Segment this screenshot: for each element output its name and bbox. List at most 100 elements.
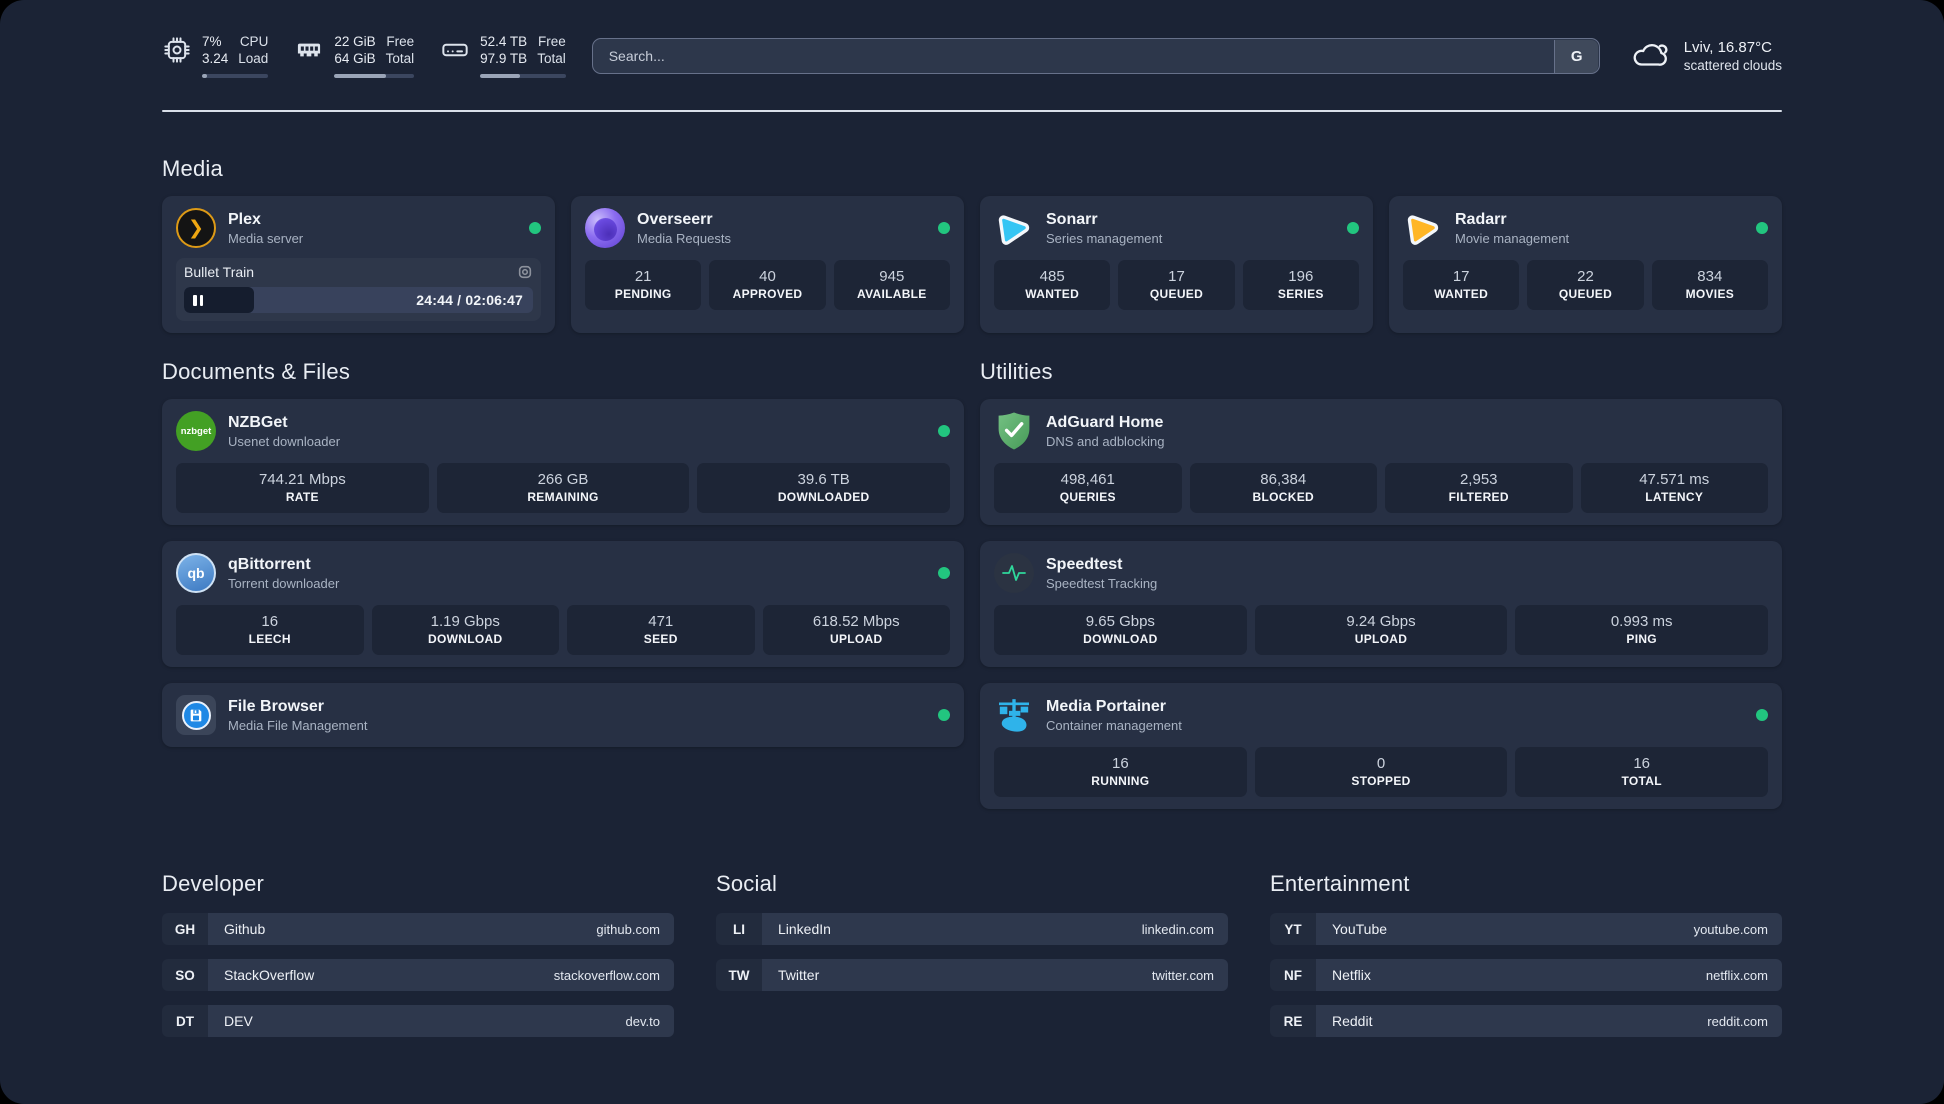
status-dot [938, 709, 950, 721]
cloud-icon [1630, 37, 1672, 76]
media-cards-row: ❯ Plex Media server Bullet Train 24:44 /… [162, 196, 1782, 333]
link-url: github.com [596, 921, 660, 937]
stat-approved: 40 APPROVED [709, 260, 826, 310]
documents-column: Documents & Files nzbget NZBGet Usenet d… [162, 359, 964, 809]
cpu-progress-bar [202, 74, 269, 78]
link-url: youtube.com [1693, 921, 1768, 937]
link-tag: LI [716, 913, 762, 945]
header-divider [162, 110, 1782, 112]
ram-total: 64 GiB [334, 51, 376, 66]
overseerr-icon [585, 208, 625, 248]
card-qbittorrent[interactable]: qb qBittorrent Torrent downloader 16 LEE… [162, 541, 964, 667]
card-subtitle: DNS and adblocking [1046, 433, 1165, 449]
card-subtitle: Usenet downloader [228, 433, 341, 449]
card-subtitle: Container management [1046, 717, 1182, 733]
stat-upload: 9.24 Gbps UPLOAD [1254, 605, 1508, 655]
stat-download: 1.19 Gbps DOWNLOAD [371, 605, 559, 655]
player-options-icon[interactable] [517, 264, 533, 280]
card-title: NZBGet [228, 413, 288, 431]
link-tag: YT [1270, 913, 1316, 945]
stat-series: 196 SERIES [1242, 260, 1359, 310]
stat-seed: 471 SEED [567, 605, 755, 655]
plex-now-playing: Bullet Train 24:44 / 02:06:47 [176, 258, 541, 321]
cpu-icon [162, 35, 192, 65]
card-overseerr[interactable]: Overseerr Media Requests 21 PENDING 40 A… [571, 196, 964, 333]
card-radarr[interactable]: Radarr Movie management 17 WANTED 22 QUE… [1389, 196, 1782, 333]
card-title: File Browser [228, 697, 325, 715]
link-name: Twitter [778, 967, 820, 983]
link-stackoverflow[interactable]: SO StackOverflow stackoverflow.com [162, 959, 674, 991]
link-tag: TW [716, 959, 762, 991]
card-title: Media Portainer [1046, 697, 1167, 715]
cpu-load: 3.24 [202, 51, 229, 66]
stat-latency: 47.571 ms LATENCY [1580, 463, 1768, 513]
status-dot [938, 222, 950, 234]
link-netflix[interactable]: NF Netflix netflix.com [1270, 959, 1782, 991]
card-subtitle: Media Requests [637, 230, 731, 246]
link-url: stackoverflow.com [553, 967, 660, 983]
card-sonarr[interactable]: Sonarr Series management 485 WANTED 17 Q… [980, 196, 1373, 333]
stat-wanted: 17 WANTED [1403, 260, 1520, 310]
search-input[interactable] [591, 38, 1600, 74]
stat-queries: 498,461 QUERIES [994, 463, 1182, 513]
stat-ping: 0.993 ms PING [1515, 605, 1769, 655]
search-bar: G [591, 38, 1600, 74]
developer-links: Developer GH Github github.com SO StackO… [162, 871, 674, 1051]
pause-button[interactable] [184, 287, 254, 313]
section-title-social: Social [716, 871, 778, 896]
stat-blocked: 86,384 BLOCKED [1189, 463, 1377, 513]
card-speedtest[interactable]: Speedtest Speedtest Tracking 9.65 Gbps D… [980, 541, 1782, 667]
status-dot [529, 222, 541, 234]
stat-stopped: 0 STOPPED [1254, 747, 1508, 797]
link-tag: NF [1270, 959, 1316, 991]
cpu-stat: 7% 3.24 CPU Load [162, 34, 269, 78]
card-title: AdGuard Home [1046, 413, 1164, 431]
link-name: Github [224, 921, 266, 937]
link-reddit[interactable]: RE Reddit reddit.com [1270, 1005, 1782, 1037]
card-subtitle: Movie management [1455, 230, 1570, 246]
ram-free-label: Free [386, 34, 415, 49]
status-dot [1347, 222, 1359, 234]
card-plex[interactable]: ❯ Plex Media server Bullet Train 24:44 /… [162, 196, 555, 333]
link-linkedin[interactable]: LI LinkedIn linkedin.com [716, 913, 1228, 945]
link-youtube[interactable]: YT YouTube youtube.com [1270, 913, 1782, 945]
link-tag: DT [162, 1005, 208, 1037]
link-tag: GH [162, 913, 208, 945]
social-links: Social LI LinkedIn linkedin.com TW Twitt… [716, 871, 1228, 1051]
radarr-icon [1403, 208, 1443, 248]
disk-free: 52.4 TB [480, 34, 528, 49]
link-github[interactable]: GH Github github.com [162, 913, 674, 945]
cpu-usage: 7% [202, 34, 222, 49]
card-title: qBittorrent [228, 555, 311, 573]
card-portainer[interactable]: Media Portainer Container management 16 … [980, 683, 1782, 809]
stat-pending: 21 PENDING [585, 260, 702, 310]
search-engine-button[interactable]: G [1554, 39, 1599, 73]
card-title: Sonarr [1046, 210, 1098, 228]
dashboard-panel: 7% 3.24 CPU Load 22 GiB 64 GiB Free Tota… [0, 0, 1944, 1104]
stat-leech: 16 LEECH [176, 605, 364, 655]
weather-location-temp: Lviv, 16.87°C [1683, 39, 1772, 56]
card-subtitle: Media server [228, 230, 304, 246]
section-title-documents: Documents & Files [162, 359, 351, 384]
disk-total: 97.9 TB [480, 51, 528, 66]
card-filebrowser[interactable]: File Browser Media File Management [162, 683, 964, 747]
weather-widget[interactable]: Lviv, 16.87°C scattered clouds [1630, 37, 1782, 76]
disk-free-label: Free [537, 34, 566, 49]
qbittorrent-icon: qb [176, 553, 216, 593]
ram-free: 22 GiB [334, 34, 376, 49]
sonarr-icon [994, 208, 1034, 248]
link-dev-to[interactable]: DT DEV dev.to [162, 1005, 674, 1037]
stat-upload: 618.52 Mbps UPLOAD [762, 605, 950, 655]
stat-movies: 834 MOVIES [1651, 260, 1768, 310]
link-url: twitter.com [1151, 967, 1214, 983]
status-dot [1756, 222, 1768, 234]
card-adguard[interactable]: AdGuard Home DNS and adblocking 498,461 … [980, 399, 1782, 525]
stat-running: 16 RUNNING [994, 747, 1247, 797]
link-name: DEV [224, 1013, 253, 1029]
card-nzbget[interactable]: nzbget NZBGet Usenet downloader 744.21 M… [162, 399, 964, 525]
speedtest-icon [994, 553, 1034, 593]
stat-queued: 17 QUEUED [1118, 260, 1235, 310]
playback-progress-bar[interactable]: 24:44 / 02:06:47 [184, 287, 533, 313]
link-twitter[interactable]: TW Twitter twitter.com [716, 959, 1228, 991]
link-name: StackOverflow [224, 967, 315, 983]
